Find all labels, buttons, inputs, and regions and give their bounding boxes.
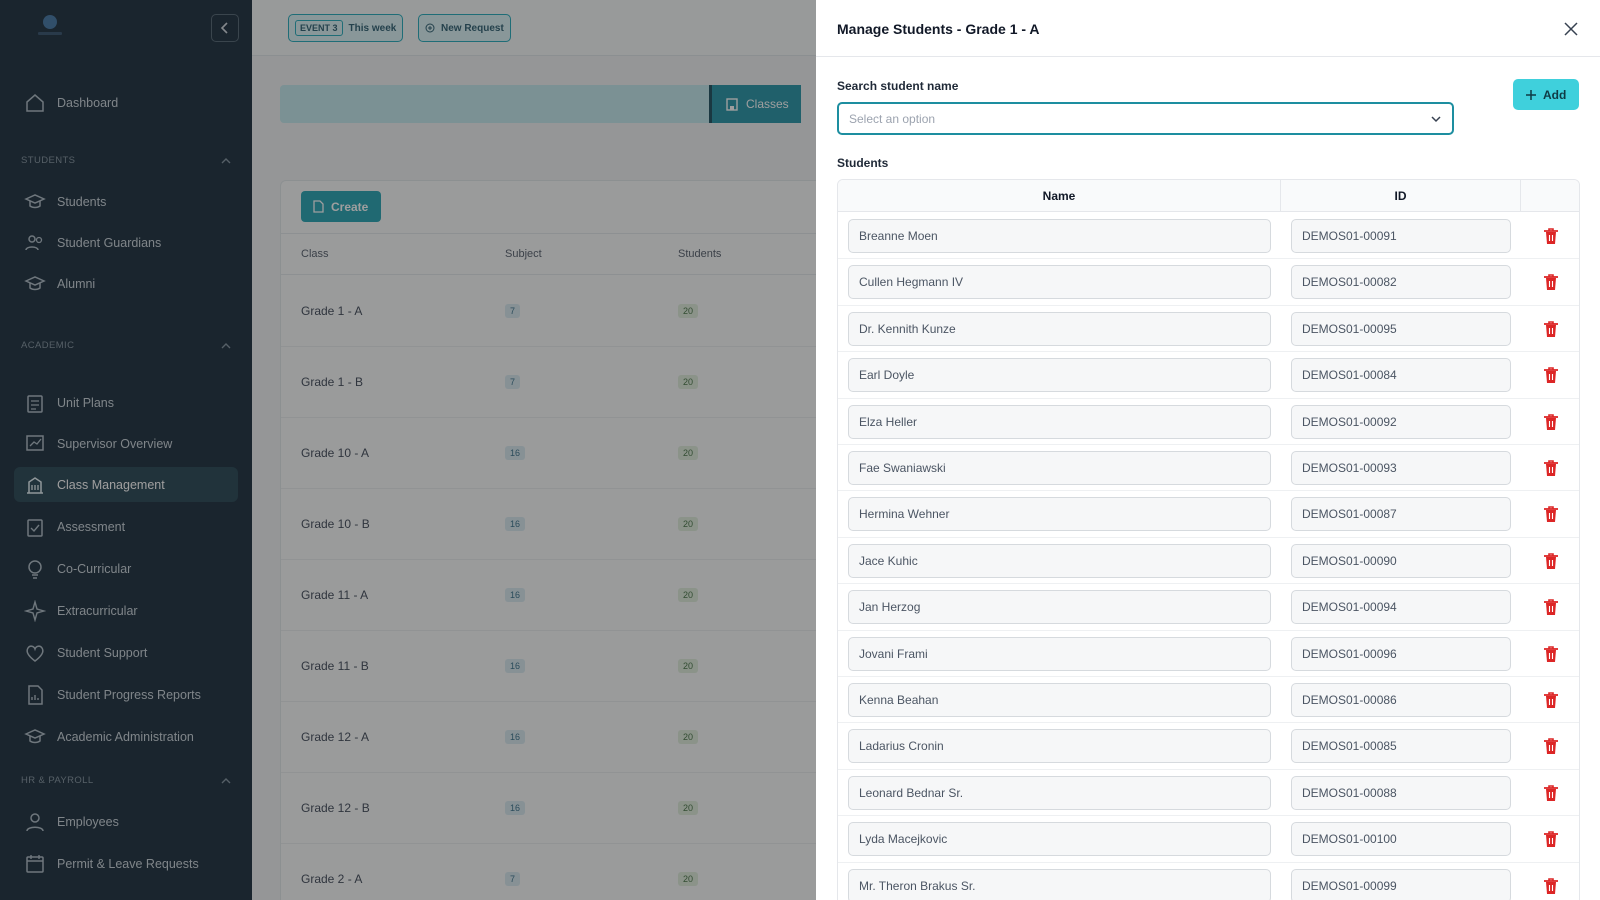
- trash-icon[interactable]: [1543, 598, 1559, 616]
- student-name-field[interactable]: Leonard Bednar Sr.: [848, 775, 1271, 810]
- student-name-field[interactable]: Breanne Moen: [848, 219, 1271, 253]
- student-id-field[interactable]: DEMOS01-00092: [1291, 404, 1511, 439]
- drawer-title: Manage Students - Grade 1 - A: [837, 21, 1040, 37]
- student-name-field[interactable]: Hermina Wehner: [848, 497, 1271, 532]
- student-id-field[interactable]: DEMOS01-00096: [1291, 636, 1511, 671]
- student-id-field[interactable]: DEMOS01-00093: [1291, 451, 1511, 485]
- student-row: Jace Kuhic DEMOS01-00090: [838, 538, 1579, 585]
- student-row: Cullen Hegmann IV DEMOS01-00082: [838, 259, 1579, 306]
- trash-icon[interactable]: [1543, 737, 1559, 755]
- student-id-field[interactable]: DEMOS01-00084: [1291, 358, 1511, 393]
- student-id-field[interactable]: DEMOS01-00088: [1291, 775, 1511, 810]
- student-name-field[interactable]: Jace Kuhic: [848, 543, 1271, 578]
- student-name-field[interactable]: Ladarius Cronin: [848, 729, 1271, 764]
- select-placeholder: Select an option: [849, 111, 936, 126]
- student-name-field[interactable]: Lyda Macejkovic: [848, 822, 1271, 857]
- student-name-field[interactable]: Kenna Beahan: [848, 683, 1271, 717]
- student-name-field[interactable]: Dr. Kennith Kunze: [848, 311, 1271, 346]
- student-id-field[interactable]: DEMOS01-00094: [1291, 590, 1511, 625]
- student-id-field[interactable]: DEMOS01-00095: [1291, 311, 1511, 346]
- add-label: Add: [1543, 87, 1567, 102]
- trash-icon[interactable]: [1543, 505, 1559, 523]
- student-row: Leonard Bednar Sr. DEMOS01-00088: [838, 770, 1579, 817]
- student-id-field[interactable]: DEMOS01-00090: [1291, 543, 1511, 578]
- trash-icon[interactable]: [1543, 784, 1559, 802]
- trash-icon[interactable]: [1543, 227, 1559, 245]
- student-id-field[interactable]: DEMOS01-00091: [1291, 219, 1511, 253]
- student-id-field[interactable]: DEMOS01-00082: [1291, 265, 1511, 300]
- student-id-field[interactable]: DEMOS01-00086: [1291, 683, 1511, 717]
- student-name-field[interactable]: Earl Doyle: [848, 358, 1271, 393]
- student-row: Jan Herzog DEMOS01-00094: [838, 584, 1579, 631]
- student-row: Mr. Theron Brakus Sr. DEMOS01-00099: [838, 863, 1579, 900]
- trash-icon[interactable]: [1543, 320, 1559, 338]
- col-id: ID: [1281, 180, 1521, 212]
- trash-icon[interactable]: [1543, 366, 1559, 384]
- student-row: Lyda Macejkovic DEMOS01-00100: [838, 816, 1579, 863]
- add-button[interactable]: Add: [1513, 79, 1579, 110]
- student-name-field[interactable]: Mr. Theron Brakus Sr.: [848, 868, 1271, 900]
- student-name-field[interactable]: Elza Heller: [848, 404, 1271, 439]
- trash-icon[interactable]: [1543, 552, 1559, 570]
- student-row: Fae Swaniawski DEMOS01-00093: [838, 445, 1579, 492]
- drawer-header: Manage Students - Grade 1 - A: [816, 0, 1600, 57]
- student-row: Breanne Moen DEMOS01-00091: [838, 213, 1579, 260]
- student-row: Kenna Beahan DEMOS01-00086: [838, 677, 1579, 724]
- col-name: Name: [838, 180, 1281, 212]
- close-button[interactable]: [1560, 18, 1582, 40]
- trash-icon[interactable]: [1543, 830, 1559, 848]
- student-id-field[interactable]: DEMOS01-00100: [1291, 822, 1511, 857]
- student-row: Elza Heller DEMOS01-00092: [838, 399, 1579, 445]
- search-label: Search student name: [837, 79, 959, 93]
- trash-icon[interactable]: [1543, 645, 1559, 663]
- student-row: Jovani Frami DEMOS01-00096: [838, 631, 1579, 677]
- plus-icon: [1526, 89, 1536, 100]
- trash-icon[interactable]: [1543, 459, 1559, 477]
- student-row: Ladarius Cronin DEMOS01-00085: [838, 723, 1579, 770]
- student-row: Earl Doyle DEMOS01-00084: [838, 352, 1579, 399]
- student-id-field[interactable]: DEMOS01-00099: [1291, 868, 1511, 900]
- trash-icon[interactable]: [1543, 413, 1559, 431]
- trash-icon[interactable]: [1543, 273, 1559, 291]
- students-label: Students: [837, 156, 889, 170]
- student-name-field[interactable]: Cullen Hegmann IV: [848, 265, 1271, 300]
- manage-students-drawer: Manage Students - Grade 1 - A Search stu…: [816, 0, 1600, 900]
- students-table-header: Name ID: [838, 180, 1579, 212]
- student-id-field[interactable]: DEMOS01-00085: [1291, 729, 1511, 764]
- student-id-field[interactable]: DEMOS01-00087: [1291, 497, 1511, 532]
- students-table: Name ID Breanne Moen DEMOS01-00091 Cullen …: [837, 179, 1580, 900]
- student-select[interactable]: Select an option: [837, 102, 1454, 135]
- student-name-field[interactable]: Jovani Frami: [848, 636, 1271, 671]
- student-name-field[interactable]: Jan Herzog: [848, 590, 1271, 625]
- student-row: Hermina Wehner DEMOS01-00087: [838, 491, 1579, 538]
- trash-icon[interactable]: [1543, 691, 1559, 709]
- chevron-down-icon: [1431, 116, 1441, 123]
- student-row: Dr. Kennith Kunze DEMOS01-00095: [838, 306, 1579, 353]
- student-name-field[interactable]: Fae Swaniawski: [848, 451, 1271, 485]
- close-icon: [1564, 22, 1578, 36]
- trash-icon[interactable]: [1543, 877, 1559, 895]
